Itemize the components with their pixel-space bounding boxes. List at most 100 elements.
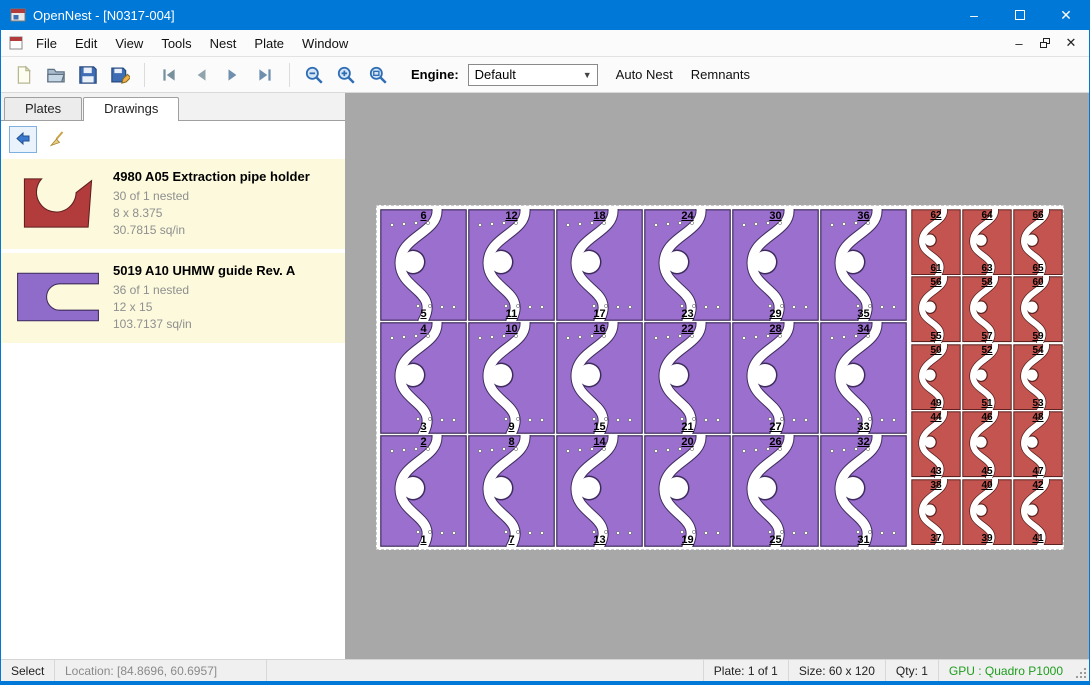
- nested-part-pair[interactable]: 2221: [644, 322, 731, 434]
- menu-nest[interactable]: Nest: [201, 32, 246, 55]
- maximize-button[interactable]: [997, 0, 1043, 30]
- purple-parts-grid: 65 1211 1817: [380, 209, 907, 547]
- go-last-icon: [256, 66, 274, 84]
- menu-window[interactable]: Window: [293, 32, 357, 55]
- part-number: 7: [468, 534, 555, 546]
- part-number: 38: [911, 480, 961, 491]
- nested-part-pair[interactable]: 2827: [732, 322, 819, 434]
- nested-part-pair[interactable]: 2423: [644, 209, 731, 321]
- part-number: 18: [556, 210, 643, 222]
- part-number: 30: [732, 210, 819, 222]
- part-number: 34: [820, 323, 907, 335]
- part-number: 45: [962, 466, 1012, 477]
- nested-part-pair[interactable]: 65: [380, 209, 467, 321]
- part-number: 31: [820, 534, 907, 546]
- go-last-button[interactable]: [250, 60, 280, 90]
- nested-part-pair[interactable]: 3635: [820, 209, 907, 321]
- nested-part-pair[interactable]: 1615: [556, 322, 643, 434]
- engine-select[interactable]: Default ▼: [468, 64, 598, 86]
- part-number: 17: [556, 308, 643, 320]
- part-number: 43: [911, 466, 961, 477]
- zoom-fit-button[interactable]: [363, 60, 393, 90]
- nested-part-pair[interactable]: 3029: [732, 209, 819, 321]
- drawing-nested-count: 36 of 1 nested: [113, 282, 295, 299]
- part-number: 1: [380, 534, 467, 546]
- nested-part-pair[interactable]: 4039: [962, 479, 1012, 545]
- return-parts-button[interactable]: [9, 126, 37, 153]
- open-folder-button[interactable]: [41, 60, 71, 90]
- nesting-canvas[interactable]: 65 1211 1817: [346, 93, 1089, 659]
- part-number: 14: [556, 436, 643, 448]
- nested-part-pair[interactable]: 32 31: [820, 435, 907, 547]
- part-number: 59: [1013, 331, 1063, 342]
- nested-part-pair[interactable]: 6261: [911, 209, 961, 275]
- part-number: 55: [911, 331, 961, 342]
- nested-part-pair[interactable]: 4645: [962, 411, 1012, 477]
- nested-part-pair[interactable]: 4847: [1013, 411, 1063, 477]
- go-first-button[interactable]: [154, 60, 184, 90]
- mdi-restore-button[interactable]: [1033, 33, 1057, 53]
- nested-part-pair[interactable]: 3837: [911, 479, 961, 545]
- nested-part-pair[interactable]: 1817: [556, 209, 643, 321]
- clear-nest-button[interactable]: [43, 126, 71, 153]
- part-number: 42: [1013, 480, 1063, 491]
- mdi-close-button[interactable]: ✕: [1059, 33, 1083, 53]
- menu-plate[interactable]: Plate: [245, 32, 293, 55]
- menu-tools[interactable]: Tools: [152, 32, 200, 55]
- nested-part-pair[interactable]: 5857: [962, 276, 1012, 342]
- auto-nest-button[interactable]: Auto Nest: [616, 67, 673, 82]
- save-as-button[interactable]: [105, 60, 135, 90]
- part-number: 15: [556, 421, 643, 433]
- nested-part-pair[interactable]: 1211: [468, 209, 555, 321]
- menu-edit[interactable]: Edit: [66, 32, 106, 55]
- nested-part-pair[interactable]: 5049: [911, 344, 961, 410]
- mdi-minimize-button[interactable]: –: [1007, 33, 1031, 53]
- part-number: 13: [556, 534, 643, 546]
- plate-sheet[interactable]: 65 1211 1817: [376, 205, 1064, 550]
- nested-part-pair[interactable]: 4241: [1013, 479, 1063, 545]
- nested-part-pair[interactable]: 4443: [911, 411, 961, 477]
- part-number: 24: [644, 210, 731, 222]
- drawing-list-item[interactable]: 4980 A05 Extraction pipe holder 30 of 1 …: [1, 159, 345, 249]
- part-number: 47: [1013, 466, 1063, 477]
- nested-part-pair[interactable]: 2019: [644, 435, 731, 547]
- nested-part-pair[interactable]: 109: [468, 322, 555, 434]
- left-panel: Plates Drawings: [1, 93, 346, 659]
- part-number: 32: [820, 436, 907, 448]
- part-number: 40: [962, 480, 1012, 491]
- nested-part-pair[interactable]: 6463: [962, 209, 1012, 275]
- zoom-in-icon: [336, 65, 356, 85]
- close-button[interactable]: ✕: [1043, 0, 1089, 30]
- nested-part-pair[interactable]: 6665: [1013, 209, 1063, 275]
- tab-plates[interactable]: Plates: [4, 97, 82, 120]
- go-next-button[interactable]: [218, 60, 248, 90]
- go-previous-button[interactable]: [186, 60, 216, 90]
- nested-part-pair[interactable]: 5655: [911, 276, 961, 342]
- nested-part-pair[interactable]: 2625: [732, 435, 819, 547]
- nested-part-pair[interactable]: 6059: [1013, 276, 1063, 342]
- part-number: 4: [380, 323, 467, 335]
- nested-part-pair[interactable]: 3433: [820, 322, 907, 434]
- nested-part-pair[interactable]: 43: [380, 322, 467, 434]
- zoom-out-button[interactable]: [299, 60, 329, 90]
- status-size: Size: 60 x 120: [788, 660, 885, 681]
- minimize-button[interactable]: –: [951, 0, 997, 30]
- menu-view[interactable]: View: [106, 32, 152, 55]
- menu-file[interactable]: File: [27, 32, 66, 55]
- nested-part-pair[interactable]: 87: [468, 435, 555, 547]
- remnants-button[interactable]: Remnants: [691, 67, 750, 82]
- new-file-button[interactable]: [9, 60, 39, 90]
- nested-part-pair[interactable]: 14 13: [556, 435, 643, 547]
- save-button[interactable]: [73, 60, 103, 90]
- part-pair-shape: [380, 435, 467, 547]
- nested-part-pair[interactable]: 5251: [962, 344, 1012, 410]
- tab-drawings[interactable]: Drawings: [83, 97, 179, 121]
- resize-grip[interactable]: [1073, 660, 1089, 681]
- open-folder-icon: [46, 65, 66, 85]
- nested-part-pair[interactable]: 21: [380, 435, 467, 547]
- nested-part-pair[interactable]: 5453: [1013, 344, 1063, 410]
- part-number: 12: [468, 210, 555, 222]
- zoom-in-button[interactable]: [331, 60, 361, 90]
- panel-toolbar: [1, 121, 345, 157]
- drawing-list-item[interactable]: 5019 A10 UHMW guide Rev. A 36 of 1 neste…: [1, 253, 345, 343]
